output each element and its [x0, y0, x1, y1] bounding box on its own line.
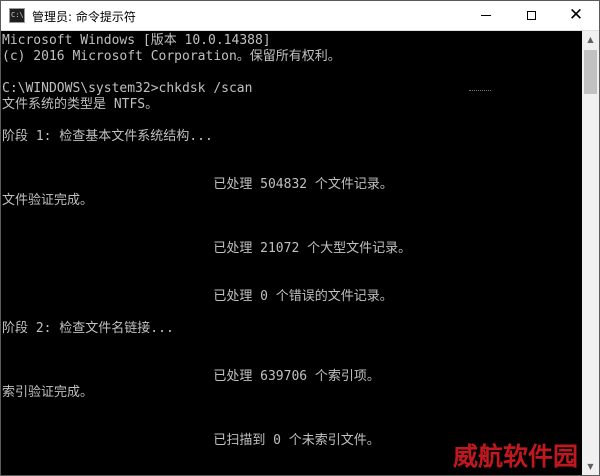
vertical-scrollbar[interactable]: ▲ ▼ — [582, 31, 599, 475]
scroll-up-arrow-icon[interactable]: ▲ — [582, 31, 599, 48]
console-line: (c) 2016 Microsoft Corporation。保留所有权利。 — [2, 49, 341, 64]
console-line: 索引验证完成。 — [2, 385, 94, 400]
text-cursor-marker — [469, 90, 491, 91]
console-line: 已处理 21072 个大型文件记录。 — [2, 241, 412, 256]
console-line: 文件系统的类型是 NTFS。 — [2, 97, 159, 112]
scrollbar-thumb[interactable] — [584, 50, 597, 94]
console-line: 阶段 1: 检查基本文件系统结构... — [2, 129, 213, 144]
close-button[interactable]: ✕ — [553, 1, 599, 30]
minimize-icon — [481, 15, 491, 16]
console-line: 已扫描到 0 个未索引文件。 — [2, 433, 380, 448]
cmd-icon: C:\. — [9, 8, 25, 23]
maximize-icon — [526, 11, 536, 20]
scroll-down-arrow-icon[interactable]: ▼ — [582, 458, 599, 475]
console-line: 文件验证完成。 — [2, 193, 94, 208]
console-line: C:\WINDOWS\system32>chkdsk /scan — [2, 81, 253, 96]
console-line: 已处理 504832 个文件记录。 — [2, 177, 393, 192]
console-line: 阶段 2: 检查文件名链接... — [2, 321, 174, 336]
window-title: 管理员: 命令提示符 — [32, 10, 136, 24]
minimize-button[interactable] — [463, 1, 509, 30]
console-output[interactable]: Microsoft Windows [版本 10.0.14388] (c) 20… — [1, 31, 582, 475]
console-line: 已处理 0 个错误的文件记录。 — [2, 289, 393, 304]
command-prompt-window: C:\. 管理员: 命令提示符 ✕ Microsoft Windows [版本 … — [0, 0, 600, 476]
console-line: Microsoft Windows [版本 10.0.14388] — [2, 33, 271, 48]
console-line: 已处理 639706 个索引项。 — [2, 369, 380, 384]
watermark-logo: 威航软件园 — [453, 442, 579, 471]
maximize-button[interactable] — [508, 1, 554, 30]
title-bar[interactable]: C:\. 管理员: 命令提示符 ✕ — [1, 1, 599, 31]
close-icon: ✕ — [568, 5, 584, 25]
